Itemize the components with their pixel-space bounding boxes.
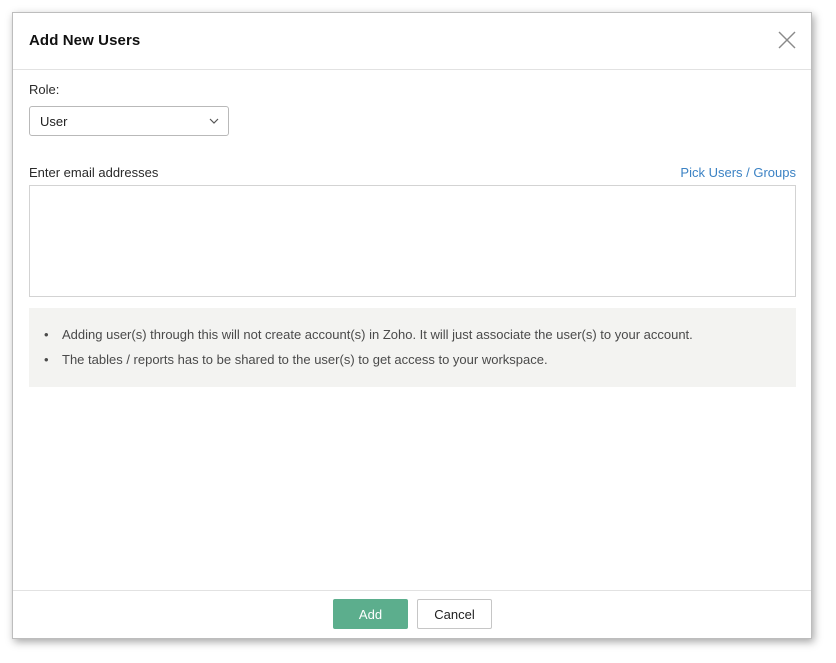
chevron-down-icon <box>209 118 219 124</box>
add-button[interactable]: Add <box>333 599 408 629</box>
close-icon <box>778 31 796 49</box>
info-item-text: Adding user(s) through this will not cre… <box>62 327 693 342</box>
bullet: • <box>44 327 49 342</box>
add-users-dialog: Add New Users Role: User Enter email add… <box>12 12 812 639</box>
dialog-title: Add New Users <box>29 32 141 49</box>
page: Add New Users Role: User Enter email add… <box>0 0 836 663</box>
role-label: Role: <box>29 82 60 97</box>
pick-users-groups-link[interactable]: Pick Users / Groups <box>680 165 796 180</box>
close-button[interactable] <box>777 30 797 50</box>
email-addresses-input[interactable] <box>29 185 796 297</box>
info-item-text: The tables / reports has to be shared to… <box>62 352 548 367</box>
cancel-button[interactable]: Cancel <box>417 599 492 629</box>
bullet: • <box>44 352 49 367</box>
role-select-value: User <box>40 114 68 129</box>
dialog-header: Add New Users <box>13 13 811 70</box>
dialog-footer: Add Cancel <box>13 590 811 638</box>
email-label: Enter email addresses <box>29 165 159 180</box>
role-select[interactable]: User <box>29 106 229 136</box>
info-box: • Adding user(s) through this will not c… <box>29 308 796 387</box>
